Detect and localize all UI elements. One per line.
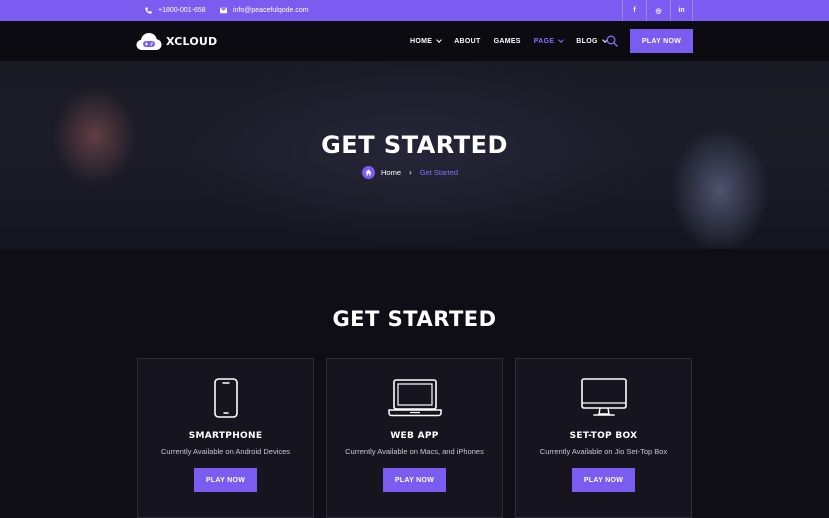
nav-label: HOME — [410, 37, 433, 45]
phone-icon — [145, 7, 152, 14]
page-title: GET STARTED — [321, 131, 508, 159]
nav-item-games[interactable]: GAMES — [494, 38, 521, 45]
phone-contact[interactable]: +1800-001-658 — [145, 0, 206, 21]
nav-item-blog[interactable]: BLOG — [576, 36, 608, 45]
mail-icon — [220, 7, 227, 14]
card-description: Currently Available on Android Devices — [160, 447, 291, 456]
instagram-icon[interactable]: ◎ — [646, 0, 670, 21]
cloud-gamepad-icon — [136, 33, 162, 50]
logo-text: XCLOUD — [166, 35, 218, 48]
nav-label: GAMES — [493, 37, 521, 45]
facebook-icon[interactable]: f — [622, 0, 646, 21]
monitor-icon — [580, 378, 627, 416]
play-now-button[interactable]: PLAY NOW — [572, 468, 635, 492]
breadcrumb: Home › Get Started — [362, 165, 458, 179]
nav-label: BLOG — [576, 37, 598, 45]
breadcrumb-current: Get Started — [419, 167, 459, 177]
device-wrap — [516, 378, 691, 420]
device-wrap — [138, 378, 313, 420]
card-description: Currently Available on Jio Set-Top Box — [539, 447, 668, 456]
social-links: f ◎ in — [622, 0, 693, 21]
card-description: Currently Available on Macs, and iPhones — [345, 447, 484, 456]
play-now-button[interactable]: PLAY NOW — [383, 468, 446, 492]
site-logo[interactable]: XCLOUD — [136, 32, 217, 51]
top-bar: +1800-001-658 info@peacefulqode.com f ◎ … — [0, 0, 829, 21]
linkedin-icon[interactable]: in — [670, 0, 693, 21]
card-title: WEB APP — [390, 431, 439, 441]
main-header: XCLOUD HOME ABOUT GAMES PAGE BLOG — [0, 21, 829, 61]
email-address: info@peacefulqode.com — [233, 7, 309, 14]
device-wrap — [327, 378, 502, 420]
nav-item-about[interactable]: ABOUT — [454, 38, 480, 45]
search-icon[interactable] — [606, 35, 618, 47]
chevron-down-icon — [558, 36, 565, 43]
nav-label: ABOUT — [454, 37, 481, 45]
hero-banner: GET STARTED Home › Get Started — [0, 61, 829, 249]
play-now-button[interactable]: PLAY NOW — [630, 29, 693, 53]
card-title: SMARTPHONE — [188, 431, 263, 441]
nav-label: PAGE — [533, 37, 555, 45]
platform-card-smartphone: SMARTPHONE Currently Available on Androi… — [137, 358, 314, 518]
platform-card-set-top-box: SET-TOP BOX Currently Available on Jio S… — [515, 358, 692, 518]
platform-card-web-app: WEB APP Currently Available on Macs, and… — [326, 358, 503, 518]
nav-item-home[interactable]: HOME — [410, 36, 443, 45]
nav-item-page[interactable]: PAGE — [533, 36, 565, 45]
email-contact[interactable]: info@peacefulqode.com — [220, 0, 309, 21]
main-nav: HOME ABOUT GAMES PAGE BLOG — [410, 21, 620, 61]
home-icon — [362, 165, 375, 179]
smartphone-icon — [213, 378, 238, 418]
chevron-down-icon — [436, 36, 443, 43]
phone-number: +1800-001-658 — [158, 7, 206, 14]
laptop-icon — [387, 379, 442, 417]
breadcrumb-home[interactable]: Home — [381, 168, 401, 177]
card-title: SET-TOP BOX — [569, 431, 638, 441]
play-now-button[interactable]: PLAY NOW — [194, 468, 257, 492]
chevron-right-icon: › — [409, 167, 412, 177]
section-title: GET STARTED — [332, 307, 497, 331]
